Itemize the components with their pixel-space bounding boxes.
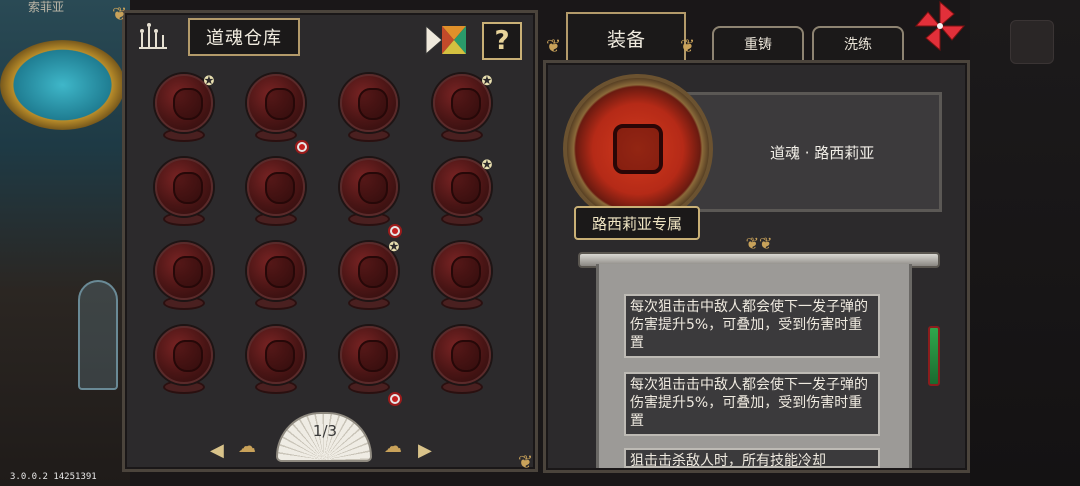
notification-badge-icon [388, 224, 402, 238]
soul-portrait-icon [173, 172, 203, 204]
soul-slot[interactable] [153, 158, 215, 228]
soul-portrait-icon [265, 256, 295, 288]
next-page-arrow-icon[interactable]: ▶ [418, 440, 432, 461]
notification-badge-icon [388, 392, 402, 406]
warehouse-title-tab[interactable]: 道魂仓库 [188, 18, 300, 56]
corner-ornament-icon: ❦ [546, 36, 562, 57]
help-button[interactable]: ? [482, 22, 522, 60]
soul-orb-icon [433, 242, 491, 300]
page-indicator: 1/3 [312, 422, 338, 440]
soul-portrait-icon [173, 340, 203, 372]
pinwheel-close-icon[interactable] [914, 0, 966, 52]
soul-portrait-icon [173, 88, 203, 120]
soul-portrait-icon [358, 88, 388, 120]
soul-slot[interactable] [338, 158, 400, 228]
soul-orb-icon [340, 326, 398, 384]
background-right [970, 0, 1080, 486]
warehouse-title: 道魂仓库 [206, 28, 282, 49]
tab-reforge[interactable]: 重铸 [712, 26, 804, 62]
tab-equip[interactable]: 装备 [566, 12, 686, 64]
soul-slot[interactable] [245, 158, 307, 228]
corner-ornament-icon: ❦ [680, 36, 696, 57]
star-icon: ✪ [481, 158, 493, 173]
soul-orb-icon [247, 158, 305, 216]
soul-slot[interactable] [431, 326, 493, 396]
soul-portrait-icon [451, 256, 481, 288]
scroll-top-ornament-icon: ❦❦ [745, 234, 773, 253]
sort-icon[interactable] [424, 22, 468, 58]
soul-slot[interactable] [245, 242, 307, 312]
soul-slot[interactable] [338, 74, 400, 144]
soul-slot[interactable] [153, 326, 215, 396]
notification-badge-icon [295, 140, 309, 154]
star-icon: ✪ [388, 240, 400, 255]
soul-portrait-icon [265, 172, 295, 204]
soul-orb-icon [155, 158, 213, 216]
tab-equip-label: 装备 [606, 28, 645, 51]
corner-ornament-icon: ❦ [518, 452, 534, 473]
soul-slot[interactable] [153, 242, 215, 312]
selected-soul-orb [563, 74, 713, 224]
soul-portrait-icon [358, 172, 388, 204]
description-card: 狙击击杀敌人时，所有技能冷却 [624, 448, 880, 468]
star-icon: ✪ [203, 74, 215, 89]
soul-slot[interactable] [338, 326, 400, 396]
soul-orb-icon [433, 326, 491, 384]
exclusive-label: 路西莉亚专属 [591, 214, 682, 233]
candelabra-icon[interactable] [138, 22, 172, 52]
corner-ornament-icon: ❦ [112, 4, 128, 25]
soul-portrait-icon [451, 172, 481, 204]
character-name-label: 索菲亚 [28, 0, 65, 14]
version-label: 3.0.0.2 14251391 [10, 472, 97, 482]
map-icon[interactable] [1010, 20, 1054, 64]
description-card: 每次狙击击中敌人都会使下一发子弹的伤害提升5%，可叠加，受到伤害时重置 [624, 372, 880, 436]
soul-portrait-icon [173, 256, 203, 288]
tab-wash-label: 洗练 [844, 37, 872, 53]
soul-portrait-icon [451, 340, 481, 372]
cloud-ornament-icon: ☁ [384, 436, 402, 457]
prev-page-arrow-icon[interactable]: ◀ [210, 440, 224, 461]
soul-name: 道魂 · 路西莉亚 [770, 144, 875, 162]
soul-portrait-icon [451, 88, 481, 120]
exclusive-tag: 路西莉亚专属 [574, 206, 700, 240]
soul-portrait-icon [358, 340, 388, 372]
soul-orb-icon [340, 74, 398, 132]
fountain-pool [0, 40, 125, 130]
soul-slot[interactable] [245, 326, 307, 396]
soul-slot[interactable] [431, 242, 493, 312]
soul-orb-icon [247, 242, 305, 300]
soul-orb-icon [155, 242, 213, 300]
tab-reforge-label: 重铸 [744, 37, 772, 53]
description-card: 每次狙击击中敌人都会使下一发子弹的伤害提升5%，可叠加，受到伤害时重置 [624, 294, 880, 358]
soul-orb-icon [247, 74, 305, 132]
soul-portrait-icon [358, 256, 388, 288]
background-scene [0, 0, 130, 486]
soul-orb-icon [155, 326, 213, 384]
soul-orb-icon [247, 326, 305, 384]
soul-orb-icon [340, 158, 398, 216]
star-icon: ✪ [481, 74, 493, 89]
soul-portrait-icon [265, 88, 295, 120]
tassel-icon [928, 326, 940, 386]
soul-emblem-icon [613, 124, 663, 174]
soul-portrait-icon [265, 340, 295, 372]
cloud-ornament-icon: ☁ [238, 436, 256, 457]
soul-slot[interactable] [245, 74, 307, 144]
glass-display-case [78, 280, 118, 390]
tab-wash[interactable]: 洗练 [812, 26, 904, 62]
